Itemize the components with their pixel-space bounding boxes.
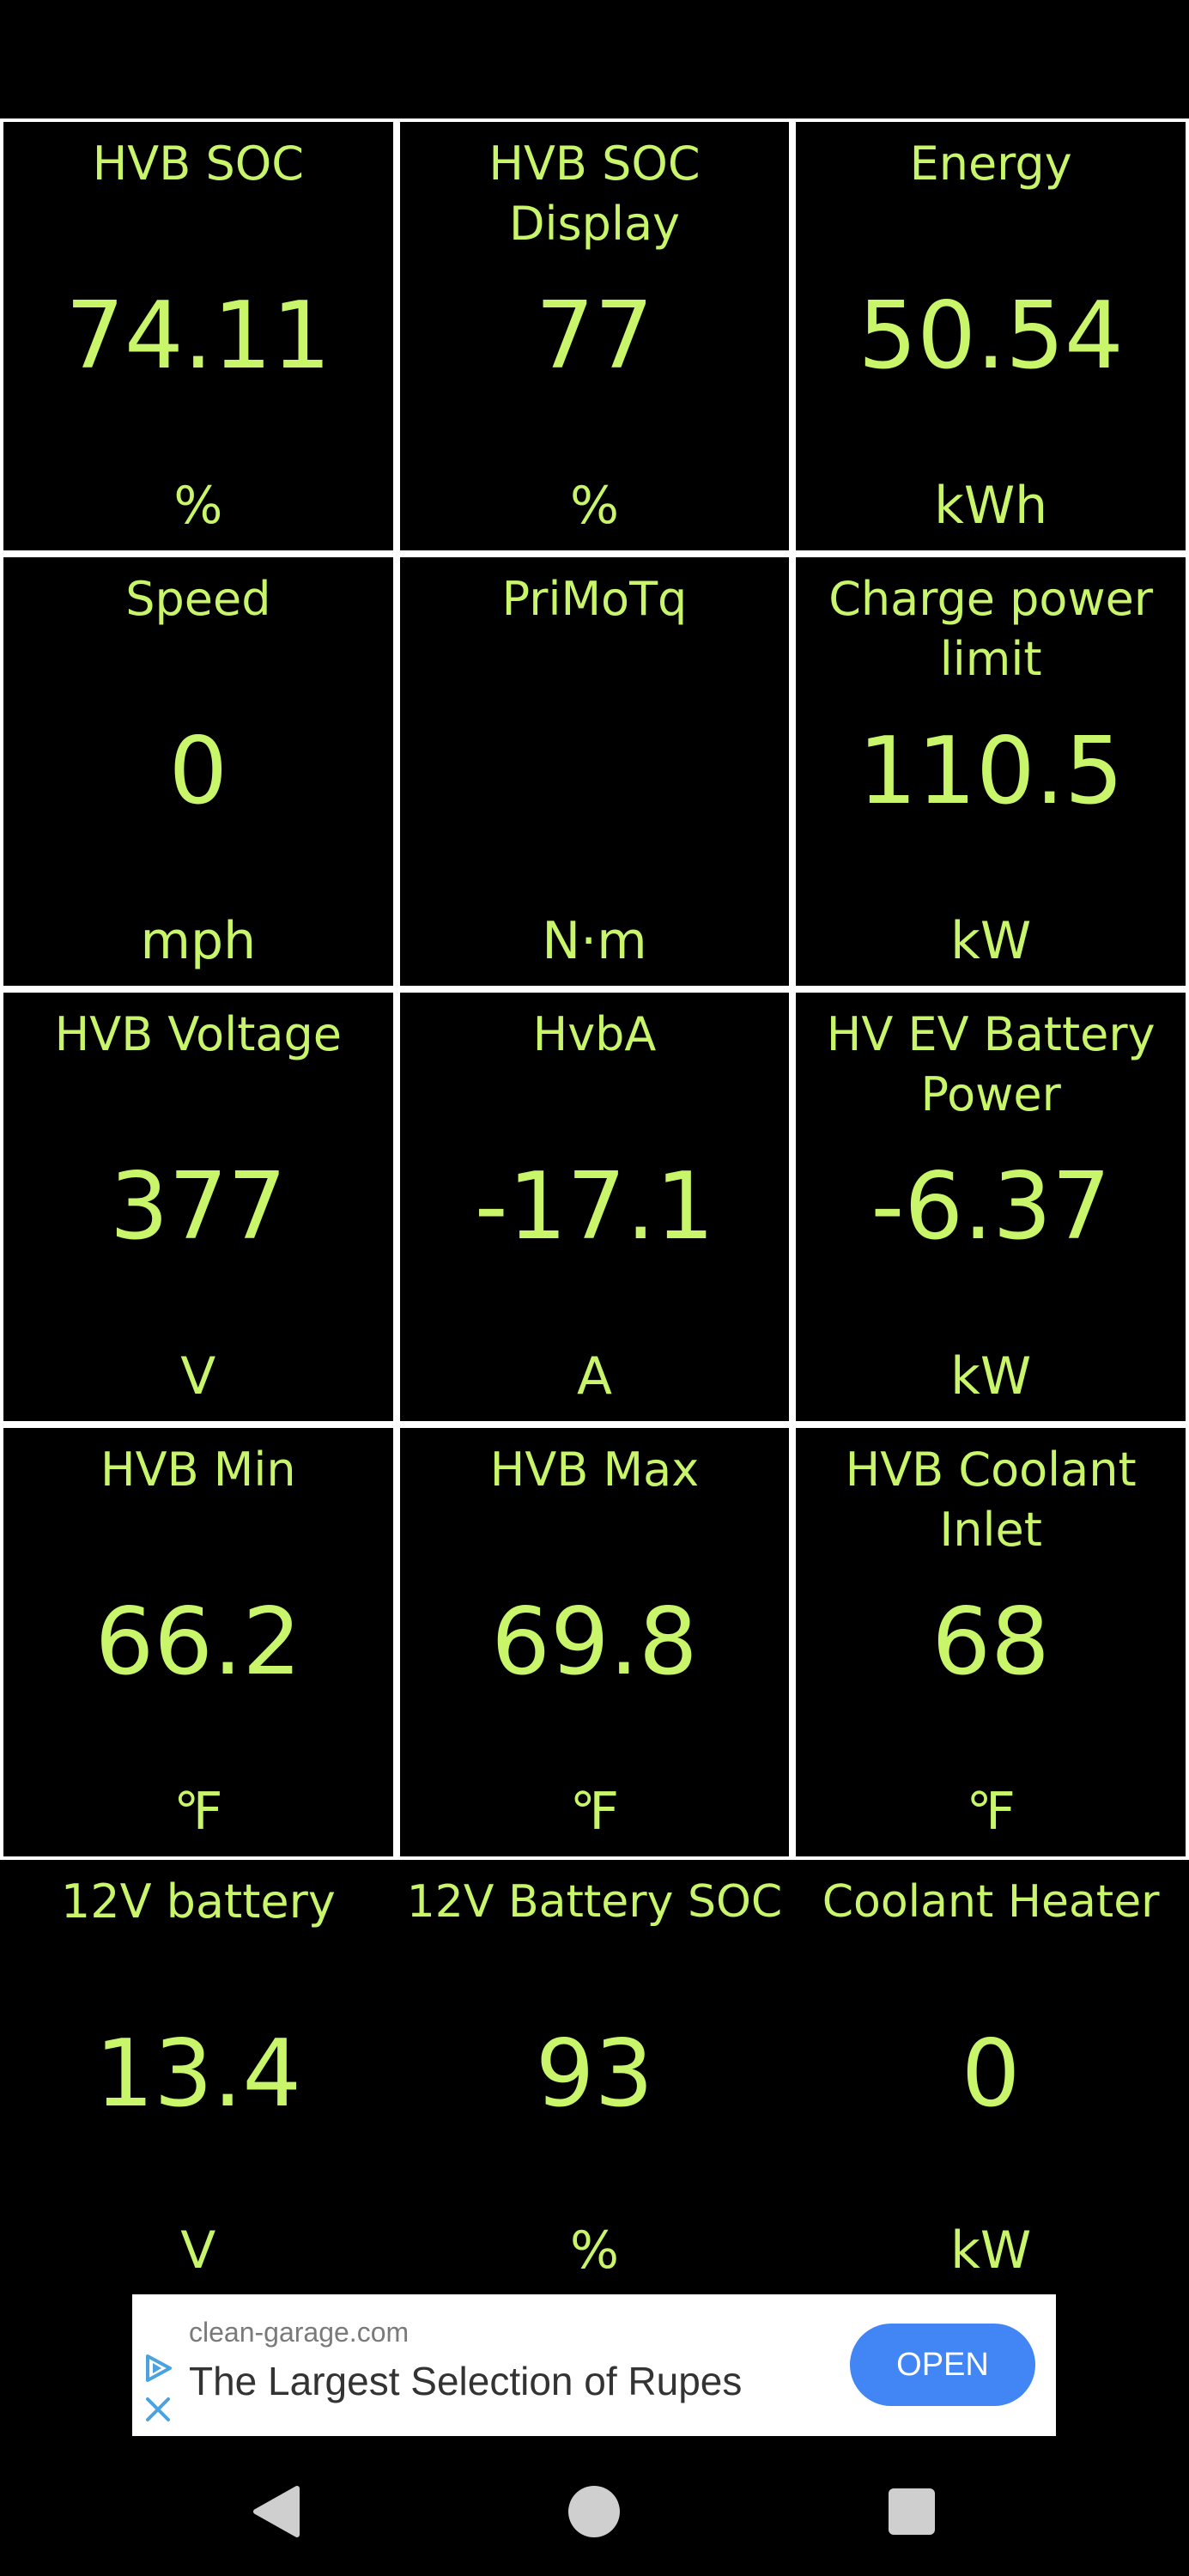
gauge-unit: % xyxy=(569,476,619,536)
ad-title[interactable]: The Largest Selection of Rupes xyxy=(189,2358,742,2404)
gauge-tile-coolant-heater[interactable]: Coolant Heater 0 kW xyxy=(792,1860,1189,2295)
gauge-unit: ℉ xyxy=(173,1782,223,1842)
gauge-tile-12v-battery[interactable]: 12V battery 13.4 V xyxy=(0,1860,397,2295)
gauge-unit: ℉ xyxy=(966,1782,1016,1842)
gauge-label: HVB Max xyxy=(489,1443,700,1497)
gauge-value: 77 xyxy=(535,283,654,390)
gauge-tile-hvba[interactable]: HvbA -17.1 A xyxy=(396,989,793,1425)
gauge-label: Charge power limit xyxy=(828,572,1154,686)
gauge-grid: HVB SOC 74.11 % HVB SOC Display 77 % Ene… xyxy=(0,118,1189,2295)
gauge-row: HVB Min 66.2 ℉ HVB Max 69.8 ℉ HVB Coolan… xyxy=(0,1425,1189,1860)
navigation-bar xyxy=(0,2447,1189,2576)
gauge-value: 0 xyxy=(168,718,228,825)
gauge-tile-energy[interactable]: Energy 50.54 kWh xyxy=(792,118,1189,554)
gauge-tile-hv-ev-battery-power[interactable]: HV EV Battery Power -6.37 kW xyxy=(792,989,1189,1425)
gauge-row: HVB SOC 74.11 % HVB SOC Display 77 % Ene… xyxy=(0,118,1189,554)
ad-choices-icon[interactable] xyxy=(141,2351,175,2385)
gauge-row: Speed 0 mph PriMoTq N·m Charge power lim… xyxy=(0,554,1189,989)
gauge-unit: N·m xyxy=(542,911,647,971)
gauge-unit: kW xyxy=(950,2221,1032,2281)
gauge-unit: A xyxy=(576,1346,612,1406)
gauge-label: Speed xyxy=(125,572,271,626)
gauge-tile-hvb-soc-display[interactable]: HVB SOC Display 77 % xyxy=(396,118,793,554)
recents-icon[interactable] xyxy=(864,2464,959,2559)
gauge-value: -6.37 xyxy=(871,1153,1111,1261)
gauge-value: -17.1 xyxy=(474,1153,715,1261)
gauge-label: 12V battery xyxy=(60,1874,336,1929)
gauge-unit: % xyxy=(569,2221,619,2281)
gauge-unit: kW xyxy=(950,911,1032,971)
open-button[interactable]: OPEN xyxy=(850,2324,1035,2406)
status-bar xyxy=(0,0,1189,118)
gauge-unit: V xyxy=(180,2221,216,2281)
gauge-label: HV EV Battery Power xyxy=(826,1007,1156,1121)
gauge-value: 377 xyxy=(109,1153,287,1261)
gauge-value: 13.4 xyxy=(94,2020,302,2128)
home-icon[interactable] xyxy=(547,2464,641,2559)
gauge-value: 69.8 xyxy=(491,1589,698,1696)
ad-banner[interactable]: clean-garage.com The Largest Selection o… xyxy=(132,2294,1056,2436)
gauge-tile-hvb-soc[interactable]: HVB SOC 74.11 % xyxy=(0,118,397,554)
gauge-row: 12V battery 13.4 V 12V Battery SOC 93 % … xyxy=(0,1860,1189,2295)
gauge-value: 50.54 xyxy=(858,283,1124,390)
gauge-label: HVB SOC Display xyxy=(488,137,701,251)
gauge-unit: kWh xyxy=(934,476,1048,536)
gauge-row: HVB Voltage 377 V HvbA -17.1 A HV EV Bat… xyxy=(0,989,1189,1425)
gauge-value: 110.5 xyxy=(858,718,1124,825)
gauge-label: HVB SOC xyxy=(92,137,304,191)
gauge-tile-hvb-max[interactable]: HVB Max 69.8 ℉ xyxy=(396,1425,793,1860)
gauge-value: 93 xyxy=(535,2020,654,2128)
back-icon[interactable] xyxy=(230,2464,325,2559)
gauge-label: HvbA xyxy=(532,1007,657,1061)
gauge-label: PriMoTq xyxy=(501,572,688,626)
gauge-label: HVB Voltage xyxy=(54,1007,342,1061)
gauge-tile-12v-battery-soc[interactable]: 12V Battery SOC 93 % xyxy=(397,1860,793,2295)
gauge-tile-charge-power-limit[interactable]: Charge power limit 110.5 kW xyxy=(792,554,1189,989)
gauge-label: Coolant Heater xyxy=(822,1876,1160,1928)
gauge-label: Energy xyxy=(909,137,1072,191)
gauge-tile-hvb-voltage[interactable]: HVB Voltage 377 V xyxy=(0,989,397,1425)
gauge-tile-hvb-coolant-inlet[interactable]: HVB Coolant Inlet 68 ℉ xyxy=(792,1425,1189,1860)
gauge-value: 68 xyxy=(931,1589,1050,1696)
gauge-label: 12V Battery SOC xyxy=(406,1876,783,1928)
ad-domain[interactable]: clean-garage.com xyxy=(189,2317,409,2348)
gauge-label: HVB Min xyxy=(100,1443,296,1497)
gauge-label: HVB Coolant Inlet xyxy=(845,1443,1137,1557)
gauge-value: 66.2 xyxy=(94,1589,302,1696)
close-icon[interactable] xyxy=(141,2392,175,2427)
gauge-value: 74.11 xyxy=(65,283,331,390)
gauge-tile-speed[interactable]: Speed 0 mph xyxy=(0,554,397,989)
gauge-unit: ℉ xyxy=(569,1782,620,1842)
gauge-tile-hvb-min[interactable]: HVB Min 66.2 ℉ xyxy=(0,1425,397,1860)
gauge-unit: mph xyxy=(140,911,257,971)
gauge-unit: V xyxy=(180,1346,216,1406)
gauge-value: 0 xyxy=(961,2020,1021,2128)
gauge-unit: % xyxy=(173,476,223,536)
gauge-tile-primotq[interactable]: PriMoTq N·m xyxy=(396,554,793,989)
gauge-unit: kW xyxy=(950,1346,1032,1406)
